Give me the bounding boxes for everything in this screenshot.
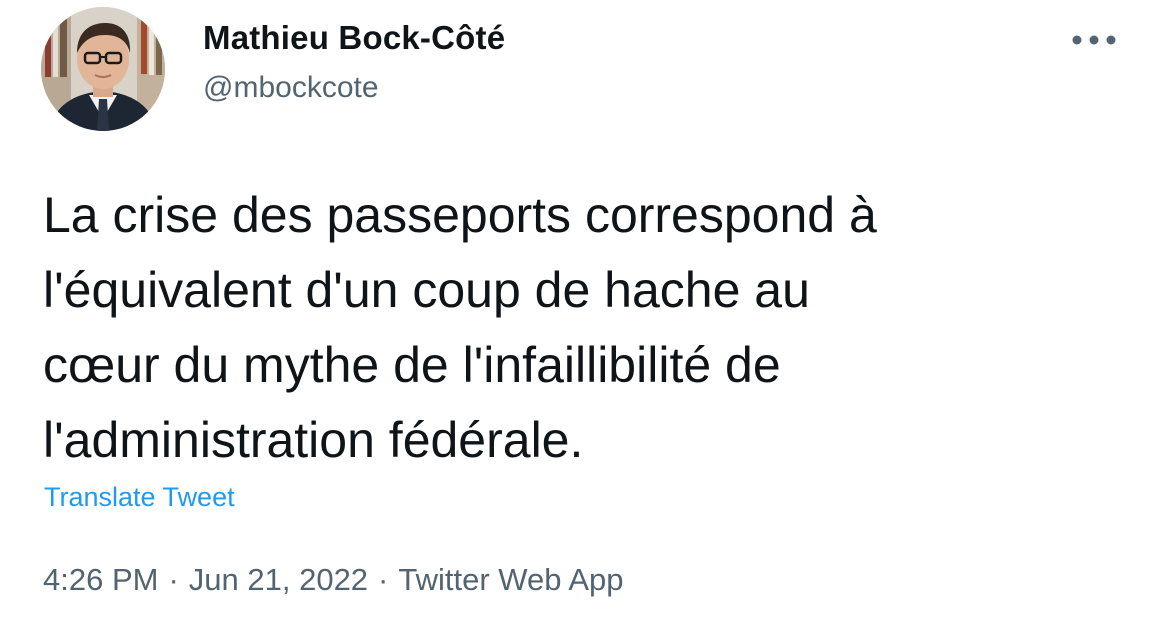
- user-handle[interactable]: @mbockcote: [203, 70, 505, 106]
- tweet-text-line: cœur du mythe de l'infaillibilité de: [43, 337, 781, 393]
- profile-photo-icon: [41, 7, 165, 131]
- tweet-text-line: La crise des passeports correspond à: [43, 187, 877, 243]
- translate-tweet-link[interactable]: Translate Tweet: [44, 480, 235, 514]
- tweet-metadata: 4:26 PM · Jun 21, 2022 · Twitter Web App: [43, 561, 624, 599]
- tweet-text-line: l'équivalent d'un coup de hache au: [43, 262, 810, 318]
- tweet-date[interactable]: Jun 21, 2022: [189, 562, 368, 597]
- more-horizontal-icon: [1072, 35, 1116, 45]
- user-info: Mathieu Bock-Côté @mbockcote: [203, 18, 505, 106]
- tweet-time[interactable]: 4:26 PM: [43, 562, 158, 597]
- separator-dot: ·: [168, 562, 179, 597]
- tweet-source[interactable]: Twitter Web App: [398, 562, 623, 597]
- tweet-text-line: l'administration fédérale.: [43, 412, 584, 468]
- tweet-text: La crise des passeports correspond à l'é…: [43, 178, 1123, 478]
- separator-dot: ·: [378, 562, 389, 597]
- avatar[interactable]: [41, 7, 165, 131]
- more-options-button[interactable]: [1068, 26, 1120, 54]
- display-name[interactable]: Mathieu Bock-Côté: [203, 18, 505, 58]
